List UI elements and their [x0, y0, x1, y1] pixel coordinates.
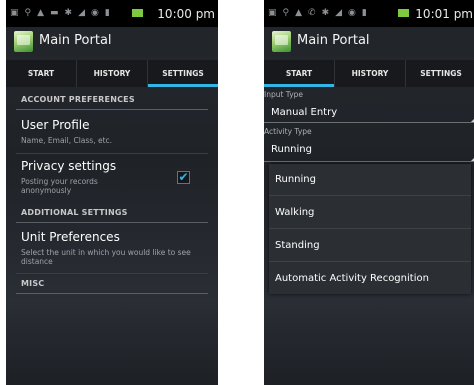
tab-settings[interactable]: SETTINGS	[148, 60, 218, 87]
tab-history[interactable]: HISTORY	[335, 60, 406, 87]
divider	[16, 273, 208, 274]
app-icon	[14, 31, 33, 52]
tab-bar: START HISTORY SETTINGS	[264, 60, 474, 87]
input-type-underline	[264, 122, 474, 123]
status-icons: ▣ ⚲ ▲ ▬ ✱ ◢ ◉ ▮	[10, 8, 110, 18]
battery-icon	[398, 9, 409, 17]
wifi-icon: ◉	[91, 8, 99, 18]
section-additional-settings: ADDITIONAL SETTINGS	[21, 208, 128, 217]
status-bar: ▣ ⚲ ▲ ✆ ✱ ◢ ◉ ▮ 10:01 pm	[264, 0, 474, 27]
wifi-icon: ◉	[348, 8, 356, 18]
app-title: Main Portal	[297, 33, 370, 48]
app-icon	[272, 31, 291, 52]
pref-user-profile-subtitle: Name, Email, Class, etc.	[21, 136, 113, 145]
tab-settings[interactable]: SETTINGS	[406, 60, 474, 87]
status-time: 10:01 pm	[415, 7, 473, 21]
dropdown-option-standing[interactable]: Standing	[269, 230, 471, 262]
pref-privacy-subtitle: Posting your records anonymously	[21, 177, 98, 195]
privacy-checkbox[interactable]: ✔	[177, 171, 190, 184]
section-divider	[16, 293, 208, 294]
tab-bar: START HISTORY SETTINGS	[6, 60, 218, 87]
action-bar: Main Portal	[264, 27, 474, 57]
android-icon: ▲	[295, 8, 303, 18]
tab-start[interactable]: START	[264, 60, 335, 87]
phone-icon: ✆	[308, 8, 316, 18]
status-bar: ▣ ⚲ ▲ ▬ ✱ ◢ ◉ ▮ 10:00 pm	[6, 0, 218, 27]
dropdown-option-automatic[interactable]: Automatic Activity Recognition	[269, 263, 471, 295]
right-phone-screen: ▣ ⚲ ▲ ✆ ✱ ◢ ◉ ▮ 10:01 pm Main Portal STA…	[264, 0, 474, 385]
signal-icon: ▮	[104, 8, 110, 18]
status-icons: ▣ ⚲ ▲ ✆ ✱ ◢ ◉ ▮	[268, 8, 367, 18]
battery-icon	[132, 9, 143, 17]
activity-type-label: Activity Type	[264, 127, 312, 136]
input-type-label: Input Type	[264, 90, 304, 99]
divider	[16, 153, 208, 154]
android-icon: ▲	[37, 8, 45, 18]
pref-user-profile-title: User Profile	[21, 118, 90, 132]
pref-privacy-title: Privacy settings	[21, 159, 117, 173]
activity-dropdown: Running Walking Standing Automatic Activ…	[269, 164, 471, 294]
bluetooth-icon: ✱	[321, 8, 330, 18]
image-icon: ▬	[50, 8, 59, 18]
notification-icon: ▣	[10, 8, 19, 18]
section-account-preferences: ACCOUNT PREFERENCES	[21, 95, 135, 104]
activity-type-underline	[264, 161, 474, 162]
activity-type-value: Running	[271, 144, 312, 155]
pref-units-subtitle: Select the unit in which you would like …	[21, 248, 191, 266]
mute-icon: ◢	[78, 8, 86, 18]
section-misc: MISC	[21, 279, 45, 288]
dropdown-option-walking[interactable]: Walking	[269, 197, 471, 229]
usb-icon: ⚲	[24, 8, 32, 18]
usb-icon: ⚲	[282, 8, 290, 18]
signal-icon: ▮	[361, 8, 367, 18]
notification-icon: ▣	[268, 8, 277, 18]
input-type-value: Manual Entry	[271, 107, 338, 118]
section-divider	[16, 109, 208, 110]
left-phone-screen: ▣ ⚲ ▲ ▬ ✱ ◢ ◉ ▮ 10:00 pm Main Portal STA…	[6, 0, 218, 385]
bluetooth-icon: ✱	[64, 8, 73, 18]
checkmark-icon: ✔	[178, 170, 189, 184]
tab-start[interactable]: START	[6, 60, 77, 87]
action-bar: Main Portal	[6, 27, 218, 57]
dropdown-option-running[interactable]: Running	[269, 164, 471, 196]
pref-units-title: Unit Preferences	[21, 230, 120, 244]
section-divider	[16, 222, 208, 223]
mute-icon: ◢	[335, 8, 343, 18]
status-time: 10:00 pm	[157, 7, 215, 21]
tab-history[interactable]: HISTORY	[77, 60, 148, 87]
app-title: Main Portal	[39, 33, 112, 48]
